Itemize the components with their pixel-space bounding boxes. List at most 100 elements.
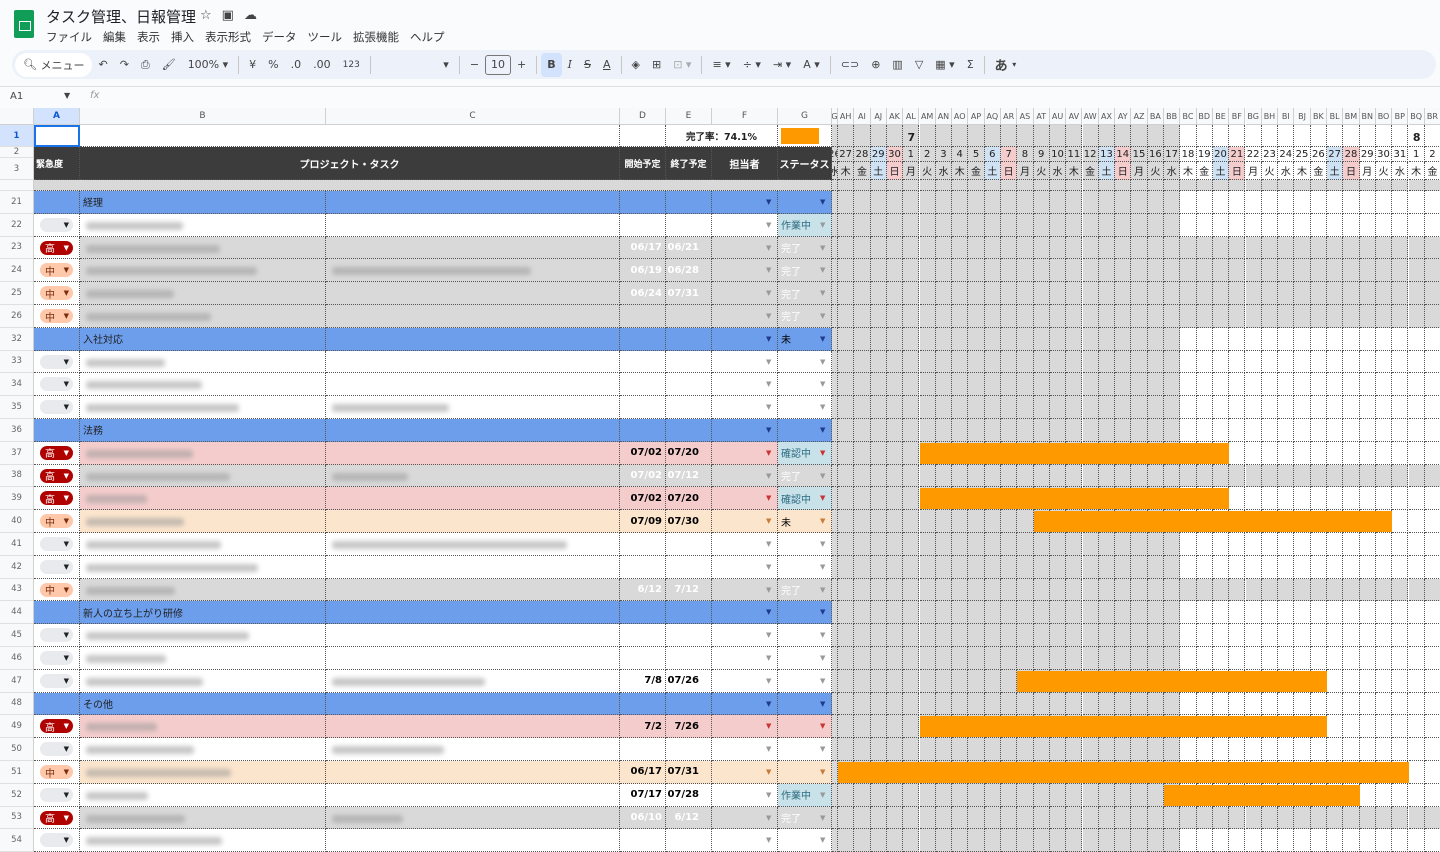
end-date[interactable] [666,829,712,852]
column-header-AT[interactable]: AT [1033,108,1050,125]
column-header-AI[interactable]: AI [854,108,871,125]
column-header-C[interactable]: C [326,108,620,125]
corner-select-all[interactable] [0,108,34,125]
column-header-BH[interactable]: BH [1261,108,1279,125]
menu-item-8[interactable]: ヘルプ [410,29,445,45]
row-header-54[interactable]: 54 [0,829,34,852]
cloud-status-icon[interactable]: ☁ [244,8,257,23]
text-rotate-icon[interactable]: A ▾ [797,53,826,77]
row-header-43[interactable]: 43 [0,578,34,602]
start-date[interactable]: 6/12 [620,578,666,602]
column-header-AP[interactable]: AP [968,108,985,125]
start-date[interactable] [620,533,666,556]
group-title[interactable]: その他 [80,692,326,716]
column-header-BO[interactable]: BO [1375,108,1393,125]
priority-dropdown[interactable]: 中 ▼ [40,263,73,278]
start-date[interactable]: 07/17 [620,783,666,807]
task-detail-cell[interactable] [326,441,620,465]
start-date[interactable] [620,327,666,351]
row-header-38[interactable]: 38 [0,464,34,488]
filter-views-icon[interactable]: ▦ ▾ [929,53,960,77]
column-header-G[interactable]: G [778,108,832,125]
end-date[interactable] [666,305,712,328]
task-detail-cell[interactable] [326,191,620,214]
priority-cell[interactable] [34,419,80,442]
end-date[interactable]: 07/28 [666,783,712,807]
functions-icon[interactable]: Σ [961,53,980,77]
column-header-BP[interactable]: BP [1392,108,1409,125]
column-header-BM[interactable]: BM [1343,108,1360,125]
priority-cell[interactable] [34,327,80,351]
start-date[interactable] [620,419,666,442]
task-detail-cell[interactable] [326,715,620,739]
menu-item-2[interactable]: 表示 [137,29,160,45]
font-size-increase-button[interactable]: + [511,53,532,77]
row-header-20[interactable] [0,180,34,191]
column-header-BQ[interactable]: BQ [1408,108,1425,125]
column-header-E[interactable]: E [666,108,712,125]
priority-dropdown[interactable]: 高 ▼ [40,445,73,460]
vertical-align-icon[interactable]: ÷ ▾ [737,53,767,77]
start-date[interactable]: 07/09 [620,510,666,533]
column-header-BN[interactable]: BN [1359,108,1376,125]
end-date[interactable]: 07/20 [666,441,712,465]
end-date[interactable]: 06/21 [666,236,712,260]
column-header-AX[interactable]: AX [1098,108,1116,125]
menu-item-0[interactable]: ファイル [46,29,92,45]
row-header-46[interactable]: 46 [0,647,34,670]
task-detail-cell[interactable] [326,487,620,511]
comment-icon[interactable]: ⊕ [865,53,886,77]
start-date[interactable] [620,738,666,761]
column-header-BE[interactable]: BE [1212,108,1230,125]
end-date[interactable] [666,350,712,374]
cell-g1[interactable] [778,125,832,147]
start-date[interactable]: 7/8 [620,669,666,693]
row-header-50[interactable]: 50 [0,738,34,761]
task-detail-cell[interactable] [326,510,620,533]
task-detail-cell[interactable] [326,829,620,852]
task-detail-cell[interactable] [326,647,620,670]
row-header-35[interactable]: 35 [0,396,34,419]
row-header-44[interactable]: 44 [0,601,34,625]
start-date[interactable] [620,601,666,625]
more-formats-button[interactable]: 123 [337,53,366,77]
task-detail-cell[interactable] [326,305,620,328]
end-date[interactable] [666,373,712,397]
increase-decimal-button[interactable]: .00 [307,53,337,77]
text-color-icon[interactable]: A [597,53,617,77]
priority-dropdown[interactable]: ▼ [40,400,73,415]
row-header-49[interactable]: 49 [0,715,34,739]
column-header-AJ[interactable]: AJ [870,108,887,125]
task-detail-cell[interactable] [326,578,620,602]
row-header-23[interactable]: 23 [0,236,34,260]
start-date[interactable] [620,305,666,328]
row-header-34[interactable]: 34 [0,373,34,397]
column-header-BA[interactable]: BA [1147,108,1164,125]
task-detail-cell[interactable] [326,282,620,305]
cell-d1[interactable] [620,125,666,147]
start-date[interactable]: 07/02 [620,487,666,511]
group-title[interactable]: 新人の立ち上がり研修 [80,601,326,625]
move-folder-icon[interactable]: ▣ [222,8,234,23]
end-date[interactable] [666,692,712,716]
priority-dropdown[interactable]: ▼ [40,354,73,369]
task-detail-cell[interactable] [326,624,620,647]
column-header-AR[interactable]: AR [1001,108,1018,125]
task-detail-cell[interactable] [326,692,620,716]
align-icon[interactable]: ≡ ▾ [706,53,736,77]
borders-icon[interactable]: ⊞ [646,53,667,77]
end-date[interactable]: 07/31 [666,761,712,784]
end-date[interactable] [666,533,712,556]
row-header-41[interactable]: 41 [0,533,34,556]
cell-b1[interactable] [80,125,620,147]
end-date[interactable] [666,624,712,647]
column-header-AS[interactable]: AS [1017,108,1034,125]
priority-dropdown[interactable]: ▼ [40,673,73,688]
end-date[interactable]: 7/26 [666,715,712,739]
row-header-25[interactable]: 25 [0,282,34,305]
row-header-45[interactable]: 45 [0,624,34,647]
end-date[interactable]: 6/12 [666,806,712,830]
row-header-21[interactable]: 21 [0,191,34,214]
end-date[interactable]: 7/12 [666,578,712,602]
column-header-AL[interactable]: AL [903,108,920,125]
